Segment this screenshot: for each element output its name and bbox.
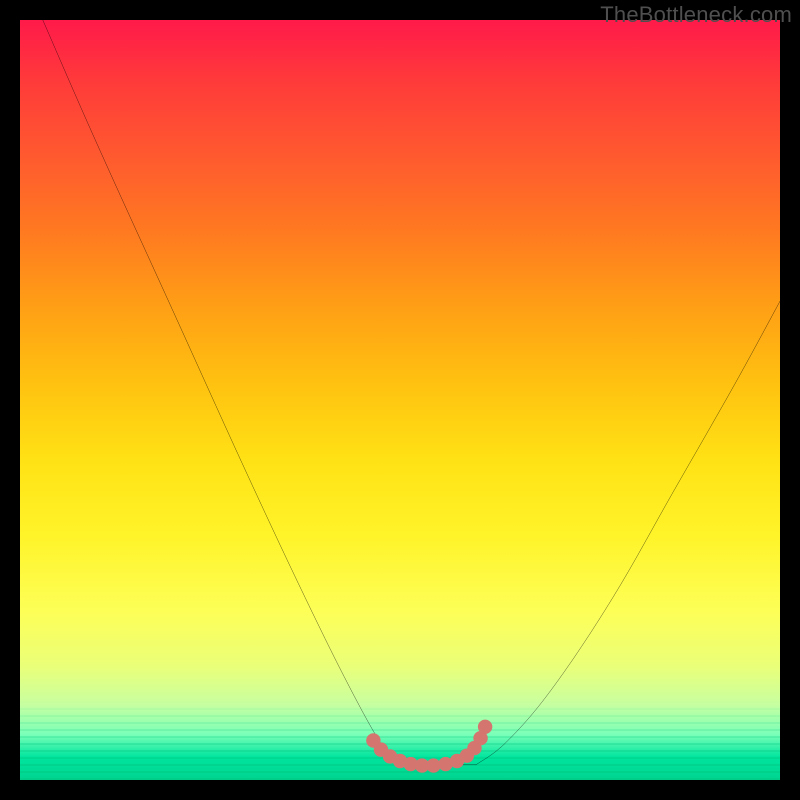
highlight-dot: [366, 733, 380, 747]
highlight-dot: [450, 754, 464, 768]
figure-root: TheBottleneck.com: [0, 0, 800, 800]
highlight-dot: [460, 748, 474, 762]
highlight-dot: [426, 758, 440, 772]
left-curve: [43, 20, 400, 765]
highlight-dot: [473, 731, 487, 745]
highlight-dot: [438, 757, 452, 771]
highlight-dot: [374, 742, 388, 756]
highlight-dot: [467, 741, 481, 755]
green-band-striations: [20, 700, 780, 780]
right-curve: [476, 301, 780, 765]
curve-overlay: [20, 20, 780, 780]
highlight-dot: [478, 720, 492, 734]
highlight-dot: [393, 754, 407, 768]
bottom-marker-dots: [366, 720, 492, 773]
highlight-dot: [415, 758, 429, 772]
plot-area: [20, 20, 780, 780]
highlight-dot: [383, 749, 397, 763]
highlight-dot: [403, 757, 417, 771]
